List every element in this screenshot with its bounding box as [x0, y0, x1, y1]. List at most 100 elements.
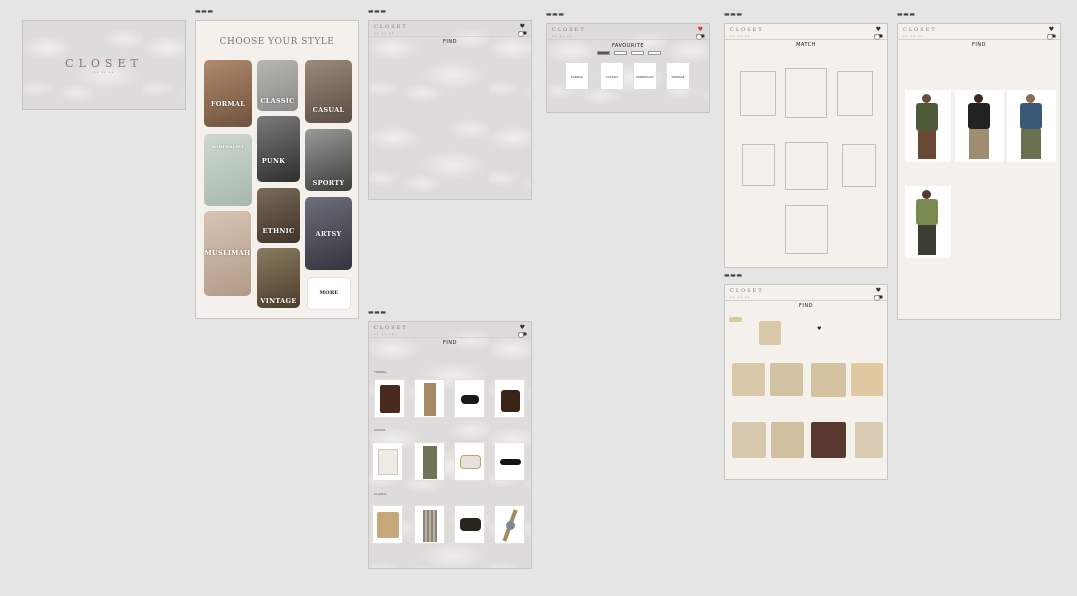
tile-minimalist[interactable]: MINIMALIST: [204, 134, 252, 206]
brand-logo[interactable]: CLOSET: [552, 27, 586, 33]
tile-muslimah[interactable]: MUSLIMAH: [204, 211, 251, 296]
topbar: CLOSET •• •• •• ♥: [547, 24, 709, 40]
find-title: FIND: [972, 42, 986, 48]
fav-card-minimalist[interactable]: MINIMALIST: [633, 62, 657, 90]
find-title: FIND: [443, 340, 457, 346]
tile-formal-label: FORMAL: [210, 100, 246, 108]
match-frame: CLOSET •• •• •• ♥ MATCH: [724, 23, 888, 268]
brand-logo[interactable]: CLOSET: [374, 325, 408, 331]
favourite-title: FAVOURITE: [611, 43, 645, 49]
toggle-switch[interactable]: [874, 34, 883, 40]
frame-label-find-empty: ▬▬▬: [368, 8, 387, 15]
topbar: CLOSET •• •• •• ♥: [369, 21, 531, 37]
person-card[interactable]: [905, 90, 951, 162]
heart-icon[interactable]: ♥: [520, 23, 525, 30]
tile-artsy[interactable]: ARTSY: [305, 197, 352, 270]
frame-label-match: ▬▬▬: [724, 11, 743, 18]
tile-artsy-label: ARTSY: [315, 230, 342, 238]
product-sunglasses[interactable]: [494, 442, 525, 481]
product-blazer[interactable]: [374, 379, 405, 418]
heart-icon[interactable]: ♥: [1049, 26, 1054, 33]
toggle-switch[interactable]: [1047, 34, 1056, 40]
brand-sub: •• •• ••: [730, 295, 751, 299]
heart-icon[interactable]: ♥: [520, 324, 525, 331]
tee-item[interactable]: [771, 422, 804, 458]
tee-item[interactable]: [811, 363, 846, 397]
product-cardigan[interactable]: [372, 505, 403, 544]
heart-icon[interactable]: ♥: [876, 287, 881, 294]
chip-3[interactable]: [648, 51, 661, 55]
tile-more[interactable]: MORE: [307, 277, 351, 310]
product-cargo-pants[interactable]: [414, 442, 445, 481]
back-button[interactable]: [729, 317, 742, 322]
match-slot[interactable]: [785, 142, 828, 190]
tile-casual[interactable]: CASUAL: [305, 60, 352, 123]
topbar: CLOSET •• •• •• ♥: [369, 322, 531, 338]
match-slot[interactable]: [785, 205, 828, 254]
person-card[interactable]: [905, 186, 951, 258]
person-card[interactable]: [955, 90, 1004, 162]
find-detail-frame: CLOSET •• •• •• ♥ FIND ♥: [724, 284, 888, 480]
find-title: FIND: [799, 303, 813, 309]
brand-logo[interactable]: CLOSET: [903, 27, 937, 33]
product-mary-janes[interactable]: [454, 505, 485, 544]
tee-item[interactable]: [851, 363, 883, 396]
frame-label-find-people: ▬▬▬: [897, 11, 916, 18]
toggle-switch[interactable]: [874, 295, 883, 301]
splash-brand-sub: •• •• ••: [93, 70, 115, 74]
chip-0[interactable]: [597, 51, 610, 55]
product-plaid-skirt[interactable]: [414, 505, 445, 544]
match-slot[interactable]: [740, 71, 776, 116]
product-loafers[interactable]: [454, 379, 485, 418]
product-trousers[interactable]: [414, 379, 445, 418]
toggle-switch[interactable]: [696, 34, 705, 40]
brand-logo[interactable]: CLOSET: [730, 288, 764, 294]
product-sneakers[interactable]: [454, 442, 485, 481]
tile-sporty-label: SPORTY: [312, 179, 345, 187]
find-title: FIND: [443, 39, 457, 45]
product-watch[interactable]: [494, 505, 525, 544]
fav-card-classic[interactable]: CLASSIC: [600, 62, 624, 90]
tile-punk-label: PUNK: [261, 157, 286, 165]
tile-sporty[interactable]: SPORTY: [305, 129, 352, 191]
heart-icon[interactable]: ♥: [876, 26, 881, 33]
tee-item[interactable]: [855, 422, 883, 458]
tile-formal[interactable]: FORMAL: [204, 60, 252, 127]
tee-item[interactable]: [732, 363, 765, 396]
topbar: CLOSET •• •• •• ♥: [725, 285, 887, 301]
fav-card-vintage[interactable]: VINTAGE: [666, 62, 690, 90]
heart-icon[interactable]: ♥: [817, 326, 821, 332]
brand-logo[interactable]: CLOSET: [374, 24, 408, 30]
heart-icon[interactable]: ♥: [698, 26, 703, 33]
tile-ethnic[interactable]: ETHNIC: [257, 188, 300, 243]
tile-vintage-label: VINTAGE: [260, 297, 297, 305]
chip-1[interactable]: [614, 51, 627, 55]
match-slot[interactable]: [837, 71, 873, 116]
match-slot[interactable]: [742, 144, 775, 186]
person-card[interactable]: [1007, 90, 1056, 162]
fav-card-formal[interactable]: FORMAL: [565, 62, 589, 90]
row-label-formal: FORMAL: [374, 370, 387, 374]
splash-frame: CLOSET •• •• ••: [22, 20, 186, 110]
splash-brand: CLOSET: [65, 57, 143, 70]
product-tote-bag[interactable]: [494, 379, 525, 418]
toggle-switch[interactable]: [518, 332, 527, 338]
brand-sub: •• •• ••: [374, 31, 395, 35]
frame-label-favourite: ▬▬▬: [546, 11, 565, 18]
brand-logo[interactable]: CLOSET: [730, 27, 764, 33]
tile-classic[interactable]: CLASSIC: [257, 60, 298, 111]
tee-item[interactable]: [732, 422, 766, 458]
match-slot[interactable]: [842, 144, 876, 187]
toggle-switch[interactable]: [518, 31, 527, 37]
tile-vintage[interactable]: VINTAGE: [257, 248, 300, 308]
find-people-frame: CLOSET •• •• •• ♥ FIND: [897, 23, 1061, 320]
product-shirt[interactable]: [372, 442, 403, 481]
tee-item[interactable]: [770, 363, 803, 396]
match-slot[interactable]: [785, 68, 827, 118]
chip-2[interactable]: [631, 51, 644, 55]
brand-sub: •• •• ••: [374, 332, 395, 336]
match-title: MATCH: [796, 42, 816, 48]
tee-item[interactable]: [811, 422, 846, 458]
find-products-frame: CLOSET •• •• •• ♥ FIND FORMAL CASUAL CLA…: [368, 321, 532, 569]
tile-punk[interactable]: PUNK: [257, 116, 300, 182]
